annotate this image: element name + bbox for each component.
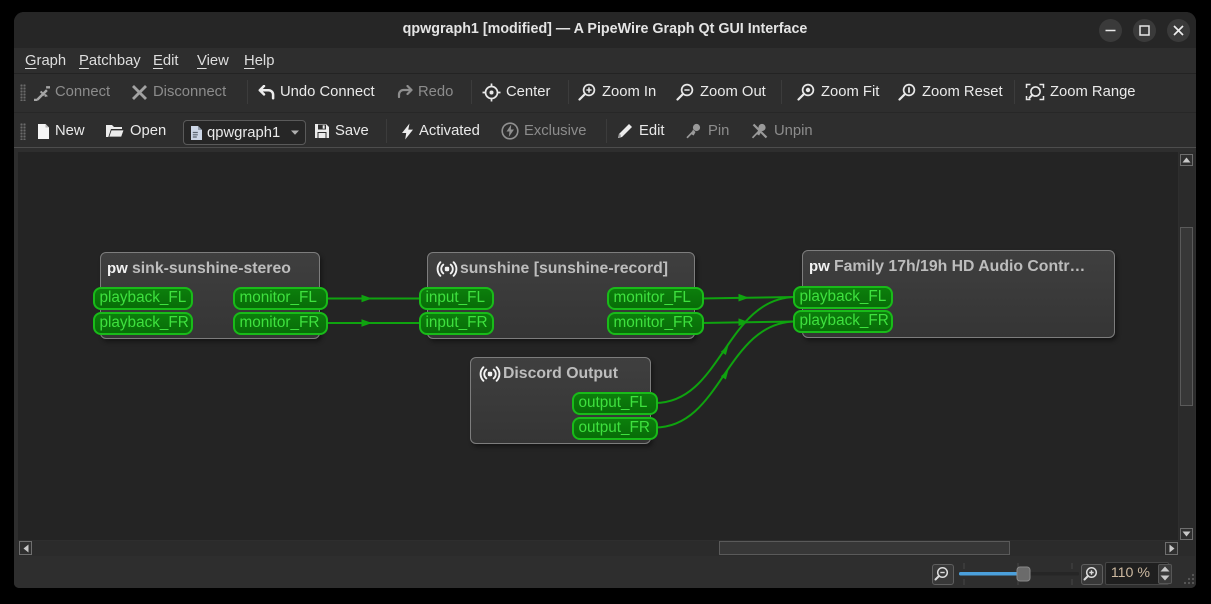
svg-text:pw: pw [809, 259, 830, 275]
svg-text:pw: pw [107, 261, 128, 277]
